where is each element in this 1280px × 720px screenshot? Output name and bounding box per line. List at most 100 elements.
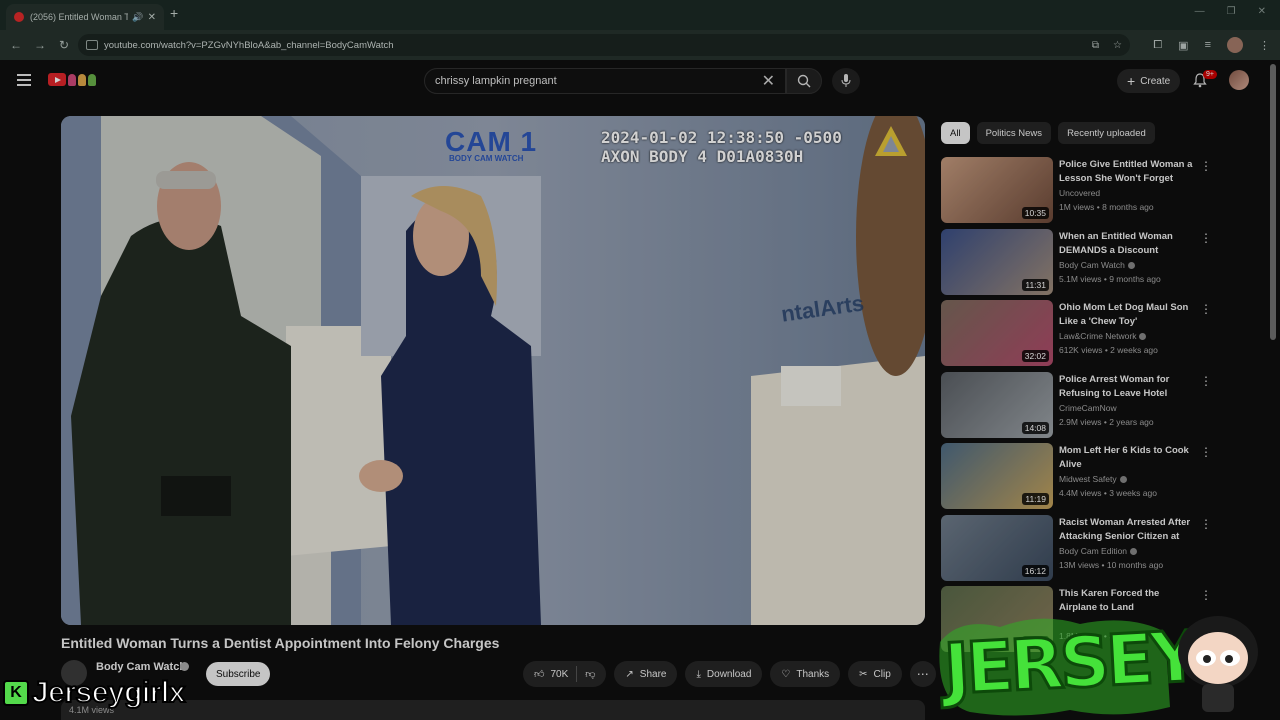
search-button[interactable] xyxy=(786,68,822,94)
page-scrollbar[interactable] xyxy=(1270,64,1276,340)
subscribe-button[interactable]: Subscribe xyxy=(206,662,271,686)
more-options-icon[interactable]: ⋮ xyxy=(1200,517,1212,531)
extensions-area: ⧠ ▣ ≡ ⋮ xyxy=(1153,37,1270,53)
youtube-logo[interactable] xyxy=(48,73,96,86)
video-duration: 11:31 xyxy=(1022,279,1049,291)
share-button[interactable]: ↗ Share xyxy=(614,661,678,687)
video-thumbnail[interactable]: 11:31 xyxy=(941,229,1053,295)
extensions-puzzle-icon[interactable]: ⧠ xyxy=(1153,39,1162,52)
video-player[interactable]: ntalArts CAM 1 BODY CAM WATCH 2024-01-02… xyxy=(61,116,925,625)
hamburger-menu-icon[interactable] xyxy=(17,74,31,89)
recommended-channel[interactable]: CrimeCamNow xyxy=(1059,403,1117,413)
clip-label: Clip xyxy=(873,668,891,680)
window-controls: — ❐ ✕ xyxy=(1195,6,1266,17)
recommended-meta: 612K views • 2 weeks ago xyxy=(1059,345,1158,355)
address-bar[interactable]: youtube.com/watch?v=PZGvNYhBloA&ab_chann… xyxy=(78,34,1130,56)
site-info-icon[interactable] xyxy=(86,40,98,50)
back-arrow-icon[interactable]: ← xyxy=(4,38,28,52)
jersey-logo-overlay: JERSEY xyxy=(930,612,1200,720)
thanks-heart-icon: ♡ xyxy=(781,668,791,680)
recommended-channel[interactable]: Law&Crime Network xyxy=(1059,331,1147,341)
more-options-icon[interactable]: ⋮ xyxy=(1200,231,1212,245)
recommended-video[interactable]: 10:35 Police Give Entitled Woman a Lesson… xyxy=(941,157,1221,223)
recommended-title[interactable]: Ohio Mom Let Dog Maul Son Like a 'Chew T… xyxy=(1059,301,1193,329)
chip-politics-news[interactable]: Politics News xyxy=(976,122,1052,144)
browser-menu-icon[interactable]: ⋮ xyxy=(1259,39,1270,52)
channel-name[interactable]: Body Cam Watch xyxy=(96,661,186,673)
install-app-icon[interactable]: ⧉ xyxy=(1092,40,1099,51)
video-thumbnail[interactable]: 14:08 xyxy=(941,372,1053,438)
recommended-video[interactable]: 32:02 Ohio Mom Let Dog Maul Son Like a 'C… xyxy=(941,300,1221,366)
recommended-title[interactable]: Police Arrest Woman for Refusing to Leav… xyxy=(1059,373,1193,401)
recommended-title[interactable]: This Karen Forced the Airplane to Land xyxy=(1059,587,1193,615)
verified-check-icon xyxy=(180,662,189,671)
download-button[interactable]: ⤓ Download xyxy=(685,661,763,687)
recommended-meta: 2.9M views • 2 years ago xyxy=(1059,417,1154,427)
bookmark-star-icon[interactable]: ☆ xyxy=(1113,40,1122,51)
video-duration: 14:08 xyxy=(1021,422,1049,434)
streamer-watermark-left: K Jerseygirlx xyxy=(3,675,186,710)
search-input[interactable]: chrissy lampkin pregnant ✕ xyxy=(424,68,786,94)
kick-logo-icon: K xyxy=(3,680,29,706)
restore-icon[interactable]: ❐ xyxy=(1227,6,1236,17)
chip-recently-uploaded[interactable]: Recently uploaded xyxy=(1058,122,1155,144)
youtube-favicon-icon xyxy=(14,12,24,22)
recommended-channel[interactable]: Body Cam Edition xyxy=(1059,546,1138,556)
account-avatar[interactable] xyxy=(1229,70,1249,90)
recommended-title[interactable]: Police Give Entitled Woman a Lesson She … xyxy=(1059,158,1193,186)
recommended-channel[interactable]: Midwest Safety xyxy=(1059,474,1127,484)
timestamp-line-2: AXON BODY 4 D01A0830H xyxy=(601,147,804,166)
video-thumbnail[interactable]: 11:19 xyxy=(941,443,1053,509)
forward-arrow-icon[interactable]: → xyxy=(28,38,52,52)
dislike-button[interactable]: 👎︎ xyxy=(585,668,595,680)
thanks-button[interactable]: ♡ Thanks xyxy=(770,661,841,687)
speaker-icon[interactable]: 🔊 xyxy=(132,12,143,23)
recommended-video[interactable]: 16:12 Racist Woman Arrested After Attacki… xyxy=(941,515,1221,581)
chip-all[interactable]: All xyxy=(941,122,970,144)
recommended-channel[interactable]: Body Cam Watch xyxy=(1059,260,1135,270)
like-button[interactable]: 👍︎ 70K xyxy=(534,668,569,681)
like-count: 70K xyxy=(550,668,569,680)
share-arrow-icon: ↗ xyxy=(625,668,634,680)
recommended-meta: 4.4M views • 3 weeks ago xyxy=(1059,488,1157,498)
reload-icon[interactable]: ↻ xyxy=(52,38,76,52)
video-thumbnail[interactable]: 10:35 xyxy=(941,157,1053,223)
close-window-icon[interactable]: ✕ xyxy=(1258,6,1266,17)
doodle-figure xyxy=(88,73,96,86)
minimize-icon[interactable]: — xyxy=(1195,6,1205,17)
clip-button[interactable]: ✂ Clip xyxy=(848,661,902,687)
profile-avatar[interactable] xyxy=(1227,37,1243,53)
recommended-video[interactable]: 11:31 When an Entitled Woman DEMANDS a Di… xyxy=(941,229,1221,295)
more-options-icon[interactable]: ⋮ xyxy=(1200,445,1212,459)
more-options-icon[interactable]: ⋮ xyxy=(1200,588,1212,602)
recommended-video[interactable]: 11:19 Mom Left Her 6 Kids to Cook Alive Mi… xyxy=(941,443,1221,509)
timestamp-line-1: 2024-01-02 12:38:50 -0500 xyxy=(601,128,842,147)
close-tab-icon[interactable]: ✕ xyxy=(148,12,156,23)
recommended-channel[interactable]: Uncovered xyxy=(1059,188,1100,198)
create-button[interactable]: + Create xyxy=(1117,69,1181,93)
voice-search-button[interactable] xyxy=(832,68,860,94)
more-options-icon[interactable]: ⋮ xyxy=(1200,302,1212,316)
axon-logo-icon xyxy=(875,126,907,156)
thumbs-down-icon: 👎︎ xyxy=(585,669,596,680)
recommended-video[interactable]: 14:08 Police Arrest Woman for Refusing to… xyxy=(941,372,1221,438)
reading-list-icon[interactable]: ≡ xyxy=(1205,39,1211,51)
more-options-icon[interactable]: ⋮ xyxy=(1200,374,1212,388)
video-frame xyxy=(61,116,925,625)
video-duration: 10:35 xyxy=(1021,207,1049,219)
doodle-figure xyxy=(68,73,76,86)
verified-check-icon xyxy=(1139,333,1147,341)
description-box[interactable]: 4.1M views xyxy=(61,700,925,720)
recommended-title[interactable]: Racist Woman Arrested After Attacking Se… xyxy=(1059,516,1193,544)
recommended-title[interactable]: When an Entitled Woman DEMANDS a Discoun… xyxy=(1059,230,1193,258)
browser-toolbar: ← → ↻ youtube.com/watch?v=PZGvNYhBloA&ab… xyxy=(0,30,1280,60)
clear-search-icon[interactable]: ✕ xyxy=(762,71,775,91)
recommended-title[interactable]: Mom Left Her 6 Kids to Cook Alive xyxy=(1059,444,1193,472)
more-options-icon[interactable]: ⋮ xyxy=(1200,159,1212,173)
video-thumbnail[interactable]: 16:12 xyxy=(941,515,1053,581)
browser-tab[interactable]: (2056) Entitled Woman Turn 🔊 ✕ xyxy=(6,4,164,30)
youtube-play-icon xyxy=(48,73,66,86)
new-tab-button[interactable]: + xyxy=(170,5,178,21)
sidepanel-icon[interactable]: ▣ xyxy=(1178,39,1188,52)
video-thumbnail[interactable]: 32:02 xyxy=(941,300,1053,366)
